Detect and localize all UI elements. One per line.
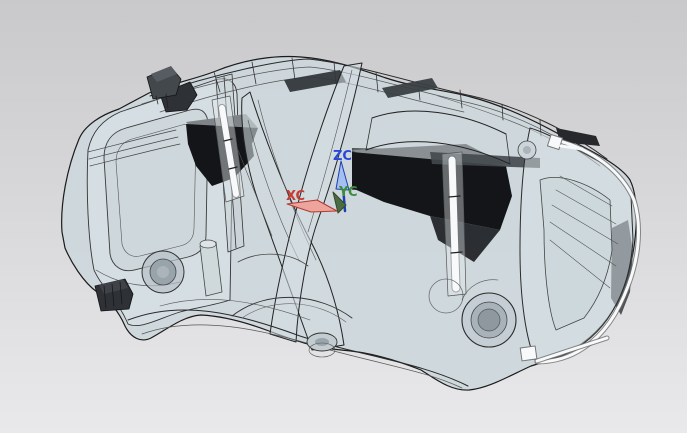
zc-axis-label: ZC [333,149,352,164]
yc-axis-label: YC [338,185,358,200]
guide-pin-right[interactable] [452,160,456,288]
cad-viewport[interactable]: ZC YC XC [0,0,687,433]
xc-axis-label: XC [286,189,305,204]
model-canvas: ZC YC XC [0,0,687,433]
